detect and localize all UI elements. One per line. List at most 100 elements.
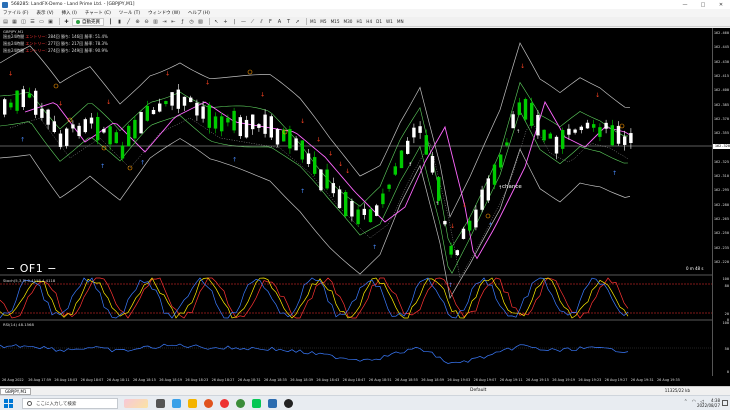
menu-view[interactable]: 表示 (V) bbox=[37, 10, 54, 16]
tray-chevron-icon[interactable]: ⌃ bbox=[684, 399, 688, 405]
menu-file[interactable]: ファイル (F) bbox=[3, 10, 29, 16]
metatrader-icon[interactable] bbox=[268, 399, 277, 408]
bull-candle bbox=[145, 105, 149, 121]
periods-icon[interactable]: ◷ bbox=[188, 18, 195, 25]
sell-arrow-icon: ↓ bbox=[58, 100, 63, 107]
timeframe-mn[interactable]: MN bbox=[397, 19, 404, 24]
indicators-icon[interactable]: ƒ bbox=[179, 18, 186, 25]
menu-help[interactable]: ヘルプ (H) bbox=[188, 10, 210, 16]
bar-chart-icon[interactable]: ┃ bbox=[107, 18, 114, 25]
new-order-icon[interactable]: ✚ bbox=[63, 18, 70, 25]
bull-candle bbox=[424, 135, 428, 155]
bear-candle bbox=[46, 109, 50, 125]
arrow-mark-icon[interactable]: ➚ bbox=[294, 18, 301, 25]
autotrade-status-icon bbox=[76, 19, 80, 24]
tester-icon[interactable]: ▣ bbox=[47, 18, 54, 25]
buy-arrow-icon: ↑ bbox=[372, 244, 377, 251]
minimize-button[interactable]: — bbox=[676, 0, 694, 9]
fibonacci-icon[interactable]: F bbox=[267, 18, 274, 25]
bull-candle bbox=[213, 116, 218, 129]
taskbar-search[interactable]: ここに入力して検索 bbox=[22, 398, 118, 409]
stats-win-count: 146回 bbox=[71, 34, 84, 39]
trendline-icon[interactable]: ⟋ bbox=[249, 18, 256, 25]
terminal-icon[interactable]: ▭ bbox=[38, 18, 45, 25]
line-app-icon[interactable] bbox=[252, 399, 261, 408]
menu-tools[interactable]: ツール (T) bbox=[119, 10, 140, 16]
menu-insert[interactable]: 挿入 (I) bbox=[62, 10, 77, 16]
stats-win-rate: 78.3% bbox=[95, 41, 108, 46]
chrome-icon[interactable] bbox=[236, 399, 245, 408]
time-tick: 26 Aug 18:23 bbox=[185, 378, 209, 382]
windows-start-icon[interactable] bbox=[4, 399, 13, 408]
stats-win-label: 勝ち: bbox=[60, 34, 71, 39]
zoom-in-icon[interactable]: ⊕ bbox=[134, 18, 141, 25]
bear-candle bbox=[443, 221, 447, 225]
stoch-tick: 100 bbox=[722, 277, 730, 281]
notification-icon[interactable] bbox=[722, 400, 728, 406]
task-view-icon[interactable] bbox=[156, 399, 165, 408]
text-icon[interactable]: A bbox=[276, 18, 283, 25]
bear-candle bbox=[461, 228, 466, 239]
stoch-tick: 20 bbox=[724, 312, 729, 316]
bull-candle bbox=[468, 220, 472, 231]
explorer-icon[interactable] bbox=[188, 399, 197, 408]
tile-windows-icon[interactable]: ▥ bbox=[152, 18, 159, 25]
time-axis[interactable]: 26 Aug 2022 26 Aug 17:59 26 Aug 18:03 26 Au… bbox=[0, 376, 712, 386]
profile-name[interactable]: Default bbox=[470, 388, 486, 393]
widgets-icon[interactable] bbox=[124, 399, 148, 408]
brave-icon[interactable] bbox=[204, 399, 213, 408]
stats-entry-count: 277回 bbox=[48, 41, 60, 46]
horizontal-line-icon[interactable]: — bbox=[240, 18, 247, 25]
obs-icon[interactable] bbox=[284, 399, 293, 408]
market-watch-icon[interactable]: ◫ bbox=[20, 18, 27, 25]
network-icon[interactable]: ◠ bbox=[692, 399, 696, 405]
vertical-line-icon[interactable]: | bbox=[231, 18, 238, 25]
autotrade-button[interactable]: 自動売買 bbox=[72, 17, 104, 26]
taskbar-clock[interactable]: 4:38 2022/08/27 bbox=[697, 398, 720, 408]
navigator-icon[interactable]: ☰ bbox=[29, 18, 36, 25]
chart-shift-icon[interactable]: ⇤ bbox=[170, 18, 177, 25]
opera-icon[interactable] bbox=[220, 399, 229, 408]
bear-candle bbox=[567, 128, 571, 135]
crosshair-icon[interactable]: + bbox=[222, 18, 229, 25]
price-tick: 162.295 bbox=[713, 188, 729, 193]
stoch-label: Stoch(5,3,3) 0.4118 4.4118 bbox=[3, 278, 56, 283]
bull-candle bbox=[499, 154, 503, 168]
autoscroll-icon[interactable]: ⇥ bbox=[161, 18, 168, 25]
timeframe-h1[interactable]: H1 bbox=[356, 19, 362, 24]
menu-window[interactable]: ウィンドウ (W) bbox=[148, 10, 180, 16]
bear-candle bbox=[195, 102, 199, 116]
cursor-icon[interactable]: ↖ bbox=[213, 18, 220, 25]
timeframe-m30[interactable]: M30 bbox=[344, 19, 353, 24]
close-button[interactable]: ✕ bbox=[712, 0, 730, 9]
time-tick: 26 Aug 19:15 bbox=[526, 378, 549, 382]
edge-icon[interactable] bbox=[172, 399, 181, 408]
zoom-out-icon[interactable]: ⊖ bbox=[143, 18, 150, 25]
new-chart-icon[interactable]: ▤ bbox=[2, 18, 9, 25]
chart-tab-gbpjpy[interactable]: GBPJPY,M1 bbox=[0, 388, 32, 395]
buy-arrow-icon: ↑ bbox=[100, 163, 105, 170]
stats-entry-count: 274回 bbox=[48, 48, 60, 53]
bear-candle bbox=[89, 117, 94, 124]
timeframe-m5[interactable]: M5 bbox=[320, 19, 326, 24]
label-icon[interactable]: T bbox=[285, 18, 292, 25]
bear-candle bbox=[275, 129, 280, 145]
menu-chart[interactable]: チャート (C) bbox=[85, 10, 111, 16]
timeframe-m1[interactable]: M1 bbox=[310, 19, 316, 24]
timeframe-w1[interactable]: W1 bbox=[386, 19, 393, 24]
bear-candle bbox=[83, 119, 87, 133]
candle-chart-icon[interactable]: ▮ bbox=[116, 18, 123, 25]
timeframe-d1[interactable]: D1 bbox=[376, 19, 382, 24]
line-chart-icon[interactable]: ╱ bbox=[125, 18, 132, 25]
templates-icon[interactable]: ▧ bbox=[197, 18, 204, 25]
chart-window[interactable]: ↓ ↓ ↓ ↓ ↓ ↓ ↓ ↓ ↓ ↓ ↓ ↓ ↓ ↓ ↓ ↑ ↑ ↑ ↑ ↑ ↑ ↑ ↑ ↑ ↑ ↑ ↑ ↑ GBPJPY,M1 過… bbox=[0, 28, 730, 386]
timeframe-h4[interactable]: H4 bbox=[366, 19, 372, 24]
bull-candle bbox=[288, 129, 292, 149]
channel-icon[interactable]: ⫽ bbox=[258, 18, 265, 25]
bear-candle bbox=[337, 189, 342, 208]
timeframe-m15[interactable]: M15 bbox=[331, 19, 340, 24]
price-chart-canvas[interactable]: ↓↓ ↓↓↓↓↓↓↓↓↓↓↓↓↓↑↑ ↑ ↑↑↑↑↑↑↑↑↑↑ bbox=[0, 28, 712, 376]
maximize-button[interactable]: □ bbox=[694, 0, 712, 9]
profiles-icon[interactable]: ▦ bbox=[11, 18, 18, 25]
price-axis[interactable]: 162.460 162.445 162.430 162.415 162.400 162.3… bbox=[712, 28, 730, 376]
